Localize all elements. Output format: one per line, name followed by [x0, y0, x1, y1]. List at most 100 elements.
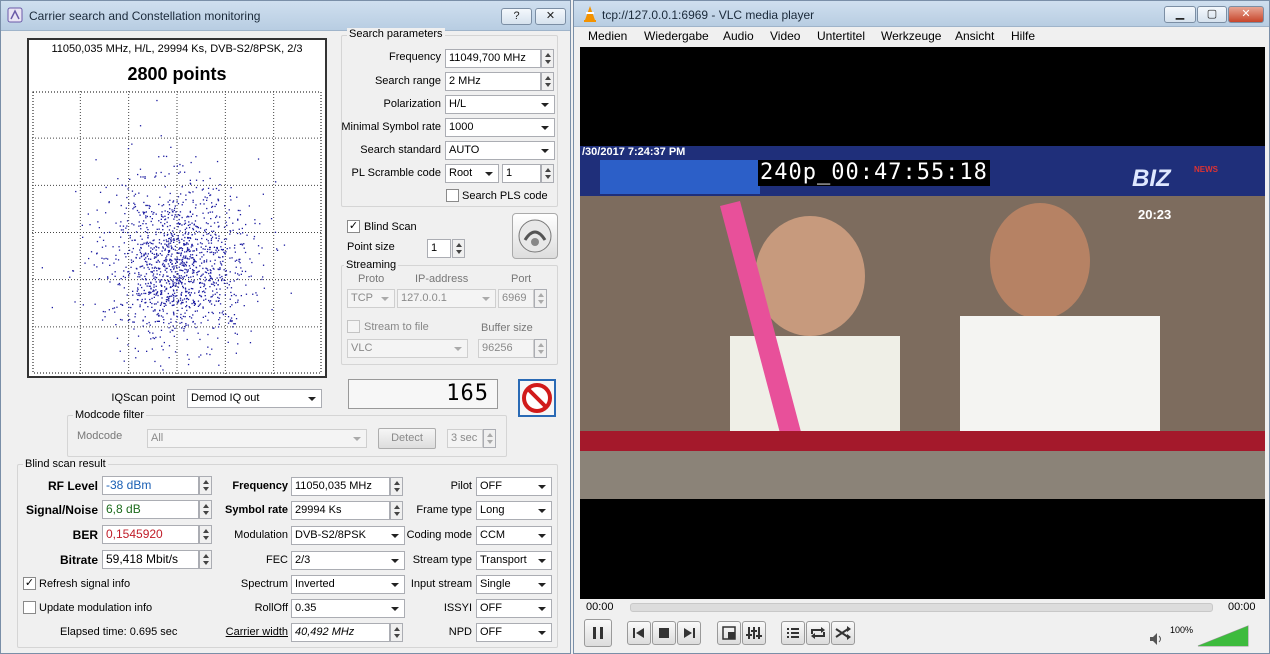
- port-input[interactable]: 6969: [498, 289, 534, 308]
- date-overlay: /30/2017 7:24:37 PM: [582, 146, 686, 158]
- search-standard-select[interactable]: AUTO: [445, 141, 555, 160]
- vlc-menu-ansicht[interactable]: Ansicht: [955, 29, 994, 43]
- iqscan-select[interactable]: Demod IQ out: [187, 389, 322, 408]
- rolloff-label: RollOff: [254, 602, 288, 614]
- app-icon: [7, 7, 23, 23]
- input-stream-label: Input stream: [410, 578, 472, 590]
- player-select[interactable]: VLC: [347, 339, 468, 358]
- buffer-size-label: Buffer size: [481, 322, 533, 334]
- pilot-select[interactable]: OFF: [476, 477, 552, 496]
- time-elapsed: 00:00: [586, 601, 614, 613]
- previous-button[interactable]: [627, 621, 651, 645]
- pl-scramble-mode-select[interactable]: Root: [445, 164, 499, 183]
- modcode-label: Modcode: [77, 430, 123, 442]
- frame-type-select[interactable]: Long: [476, 501, 552, 520]
- loop-button[interactable]: [806, 621, 830, 645]
- timeout-spinner[interactable]: [483, 429, 496, 448]
- point-size-input[interactable]: 1: [427, 239, 451, 258]
- issyi-select[interactable]: OFF: [476, 599, 552, 618]
- buffer-size-spinner[interactable]: [534, 339, 547, 358]
- carrier-width-label[interactable]: Carrier width: [201, 626, 288, 638]
- maximize-button[interactable]: ▢: [1197, 6, 1227, 23]
- close-button[interactable]: ✕: [535, 8, 566, 25]
- ber-label: BER: [72, 528, 98, 542]
- point-size-label: Point size: [347, 241, 395, 253]
- vlc-menu-werkzeuge[interactable]: Werkzeuge: [881, 29, 941, 43]
- extended-settings-button[interactable]: [742, 621, 766, 645]
- frequency-input[interactable]: 11049,700 MHz: [445, 49, 541, 68]
- modcode-select[interactable]: All: [147, 429, 367, 448]
- stream-to-file-checkbox[interactable]: [347, 320, 360, 333]
- stop-playback-button[interactable]: [652, 621, 676, 645]
- fec-select[interactable]: 2/3: [291, 551, 405, 570]
- frequency-label: Frequency: [389, 51, 441, 63]
- refresh-signal-checkbox[interactable]: ✓: [23, 577, 36, 590]
- search-pls-label: Search PLS code: [462, 190, 548, 202]
- modcode-filter-title: Modcode filter: [73, 409, 147, 421]
- previous-icon: [633, 628, 644, 638]
- vlc-menu-audio[interactable]: Audio: [723, 29, 754, 43]
- vlc-menu-wiedergabe[interactable]: Wiedergabe: [644, 29, 709, 43]
- input-stream-select[interactable]: Single: [476, 575, 552, 594]
- port-spinner[interactable]: [534, 289, 547, 308]
- shuffle-icon: [835, 626, 851, 640]
- vlc-close-button[interactable]: ✕: [1228, 6, 1264, 23]
- update-modulation-label: Update modulation info: [39, 602, 153, 614]
- timecode-overlay: 240p_00:47:55:18: [758, 160, 990, 186]
- npd-select[interactable]: OFF: [476, 623, 552, 642]
- vlc-menu-video[interactable]: Video: [770, 29, 800, 43]
- timeout-input[interactable]: 3 sec: [447, 429, 483, 448]
- blind-scan-checkbox[interactable]: ✓: [347, 220, 360, 233]
- proto-select[interactable]: TCP: [347, 289, 395, 308]
- vlc-menu-medien[interactable]: Medien: [588, 29, 627, 43]
- update-modulation-checkbox[interactable]: [23, 601, 36, 614]
- help-button[interactable]: ?: [501, 8, 532, 25]
- min-symbol-rate-select[interactable]: 1000: [445, 118, 555, 137]
- coding-mode-select[interactable]: CCM: [476, 526, 552, 545]
- stream-type-label: Stream type: [412, 554, 472, 566]
- port-label: Port: [511, 273, 532, 285]
- snr-value: 6,8 dB: [102, 500, 199, 519]
- video-area: /30/2017 7:24:37 PM 240p_00:47:55:18 BIZ…: [580, 47, 1265, 599]
- point-size-spinner[interactable]: [452, 239, 465, 258]
- next-button[interactable]: [677, 621, 701, 645]
- vlc-menu-untertitel[interactable]: Untertitel: [817, 29, 865, 43]
- fullscreen-button[interactable]: [717, 621, 741, 645]
- buffer-size-input[interactable]: 96256: [478, 339, 534, 358]
- shuffle-button[interactable]: [831, 621, 855, 645]
- volume-slider[interactable]: [1197, 625, 1249, 647]
- frequency-spinner[interactable]: [541, 49, 554, 68]
- search-pls-checkbox[interactable]: [446, 189, 459, 202]
- streaming-title: Streaming: [344, 259, 399, 271]
- pause-icon: [593, 627, 603, 639]
- search-range-input[interactable]: 2 MHz: [445, 72, 541, 91]
- seek-bar[interactable]: [630, 603, 1213, 612]
- playlist-button[interactable]: [781, 621, 805, 645]
- search-range-spinner[interactable]: [541, 72, 554, 91]
- pause-button[interactable]: [584, 619, 612, 647]
- channel-clock: 20:23: [1138, 207, 1172, 222]
- modulation-label: Modulation: [234, 529, 288, 541]
- spectrum-select[interactable]: Inverted: [291, 575, 405, 594]
- polarization-select[interactable]: H/L: [445, 95, 555, 114]
- rolloff-select[interactable]: 0.35: [291, 599, 405, 618]
- pl-scramble-input[interactable]: 1: [502, 164, 541, 183]
- ber-value: 0,1545920: [102, 525, 199, 544]
- bitrate-value: 59,418 Mbit/s: [102, 550, 199, 569]
- ip-address-select[interactable]: 127.0.0.1: [397, 289, 496, 308]
- spectrum-label: Spectrum: [240, 578, 288, 590]
- modulation-select[interactable]: DVB-S2/8PSK: [291, 526, 405, 545]
- satellite-logo-button[interactable]: [512, 213, 558, 259]
- carrier-width-value: 40,492 MHz: [291, 623, 390, 642]
- vlc-menu-hilfe[interactable]: Hilfe: [1011, 29, 1035, 43]
- stream-type-select[interactable]: Transport: [476, 551, 552, 570]
- points-label: 2800 points: [127, 64, 227, 84]
- stop-button[interactable]: [518, 379, 556, 417]
- pl-scramble-spinner[interactable]: [541, 164, 554, 183]
- detect-button[interactable]: Detect: [378, 428, 436, 449]
- minimize-button[interactable]: ▁: [1164, 6, 1196, 23]
- satellite-dish-icon: [518, 219, 552, 253]
- speaker-icon[interactable]: [1148, 631, 1164, 647]
- vlc-title-bar[interactable]: tcp://127.0.0.1:6969 - VLC media player …: [574, 1, 1269, 27]
- title-bar[interactable]: Carrier search and Constellation monitor…: [1, 1, 570, 31]
